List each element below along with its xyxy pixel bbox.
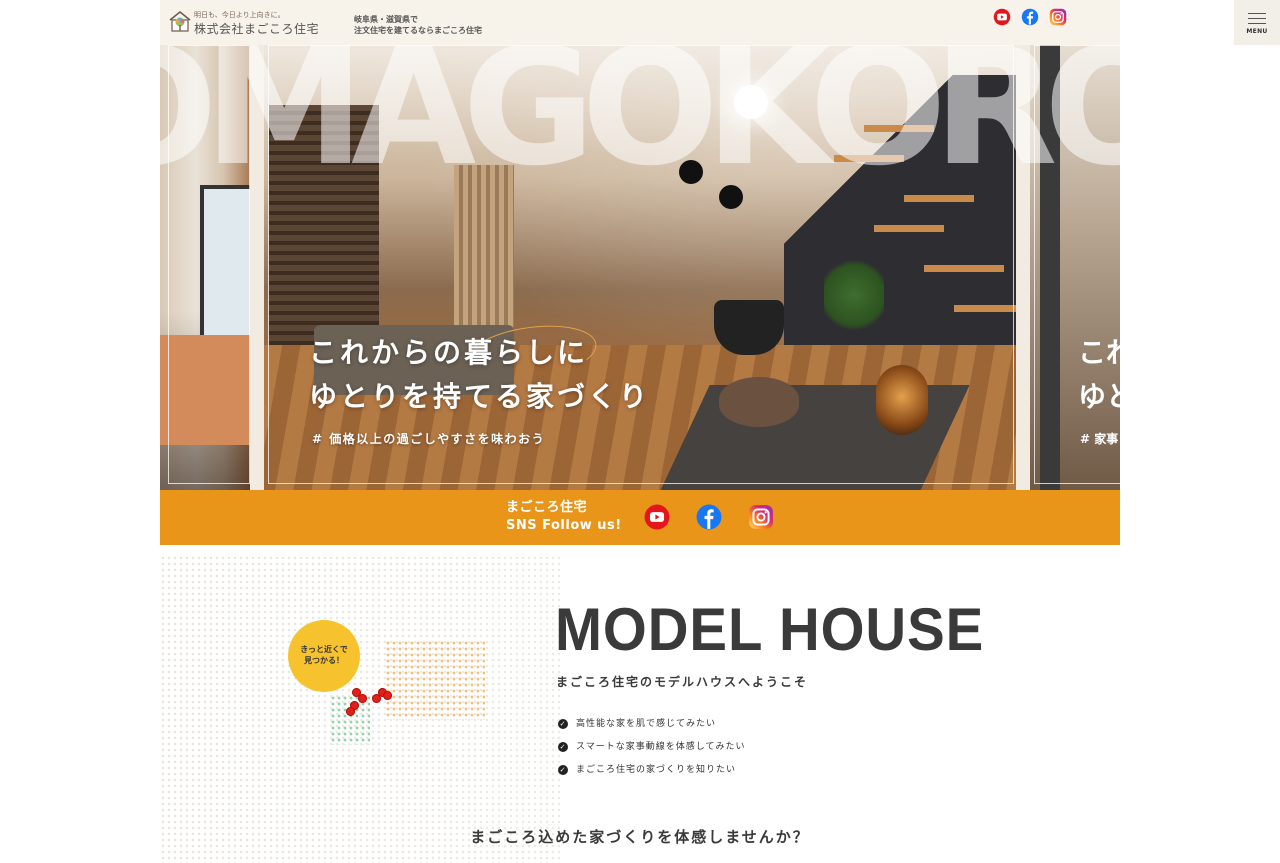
facebook-icon[interactable] (696, 504, 722, 530)
sns-follow-bar: まごころ住宅 SNS Follow us! (160, 490, 1120, 545)
header-desc-line1: 岐阜県・滋賀県で (354, 15, 418, 24)
next-slide-headline-line2: ゆと (1078, 380, 1120, 413)
site-header: 明日も、今日より上向きに。 株式会社まごころ住宅 岐阜県・滋賀県で 注文住宅を建… (160, 0, 1120, 45)
hero-subcopy: # 価格以上の過ごしやすさを味わおう (312, 432, 546, 446)
nearby-badge: きっと近くで 見つかる！ (288, 620, 360, 692)
header-description: 岐阜県・滋賀県で 注文住宅を建てるならまごころ住宅 (354, 14, 482, 36)
hero-slider[interactable]: OMAGOKOROMA これからの暮らしに ゆとりを持てる家づくり # 価格以上… (160, 45, 1120, 490)
model-house-title: MODEL HOUSE (555, 596, 985, 663)
sns-follow-text: まごころ住宅 SNS Follow us! (506, 499, 622, 535)
checklist-label: スマートな家事動線を体感してみたい (576, 742, 746, 752)
page: 明日も、今日より上向きに。 株式会社まごころ住宅 岐阜県・滋賀県で 注文住宅を建… (160, 0, 1120, 863)
logo-tagline: 明日も、今日より上向きに。 (194, 11, 285, 19)
model-house-cta-heading: まごころ込めた家づくりを体感しませんか？ (470, 828, 810, 846)
instagram-icon[interactable] (748, 504, 774, 530)
next-slide-subcopy: # 家事 (1080, 432, 1119, 446)
map-pin-icon[interactable] (383, 691, 392, 700)
hamburger-icon (1248, 13, 1266, 24)
hero-headline-line2: ゆとりを持てる家づくり (309, 380, 651, 413)
logo-name: 株式会社まごころ住宅 (194, 22, 320, 36)
header-desc-line2: 注文住宅を建てるならまごころ住宅 (354, 26, 482, 35)
hero-headline-line1: これからの暮らしに (309, 336, 589, 369)
instagram-icon[interactable] (1049, 8, 1067, 26)
nearby-badge-text: きっと近くで 見つかる！ (288, 644, 360, 666)
nearby-badge-line1: きっと近くで (300, 645, 348, 654)
check-circle-icon: ✓ (558, 765, 568, 775)
next-slide-headline-line1: これ (1078, 336, 1120, 369)
model-house-subtitle: まごころ住宅のモデルハウスへようこそ (556, 675, 809, 689)
header-sns-links (993, 8, 1067, 26)
youtube-icon[interactable] (644, 504, 670, 530)
hero-headline: これからの暮らしに ゆとりを持てる家づくり (309, 331, 650, 419)
sns-follow-line1: まごころ住宅 (506, 500, 588, 515)
check-circle-icon: ✓ (558, 719, 568, 729)
checklist-label: 高性能な家を肌で感じてみたい (576, 719, 717, 729)
youtube-icon[interactable] (993, 8, 1011, 26)
next-slide-headline: これ ゆと (1078, 331, 1120, 419)
nearby-badge-line2: 見つかる！ (304, 656, 344, 665)
checklist-label: まごころ住宅の家づくりを知りたい (576, 765, 737, 775)
site-logo[interactable]: 明日も、今日より上向きに。 株式会社まごころ住宅 (168, 9, 319, 36)
menu-button[interactable]: MENU (1234, 0, 1280, 45)
map-pin-icon[interactable] (358, 694, 367, 703)
sns-follow-line2: SNS Follow us! (506, 518, 622, 533)
house-tree-logo-icon (169, 11, 191, 32)
menu-label: MENU (1246, 28, 1268, 35)
facebook-icon[interactable] (1021, 8, 1039, 26)
check-circle-icon: ✓ (558, 742, 568, 752)
map-pin-icon[interactable] (346, 707, 355, 716)
map-region-gifu (385, 640, 485, 720)
